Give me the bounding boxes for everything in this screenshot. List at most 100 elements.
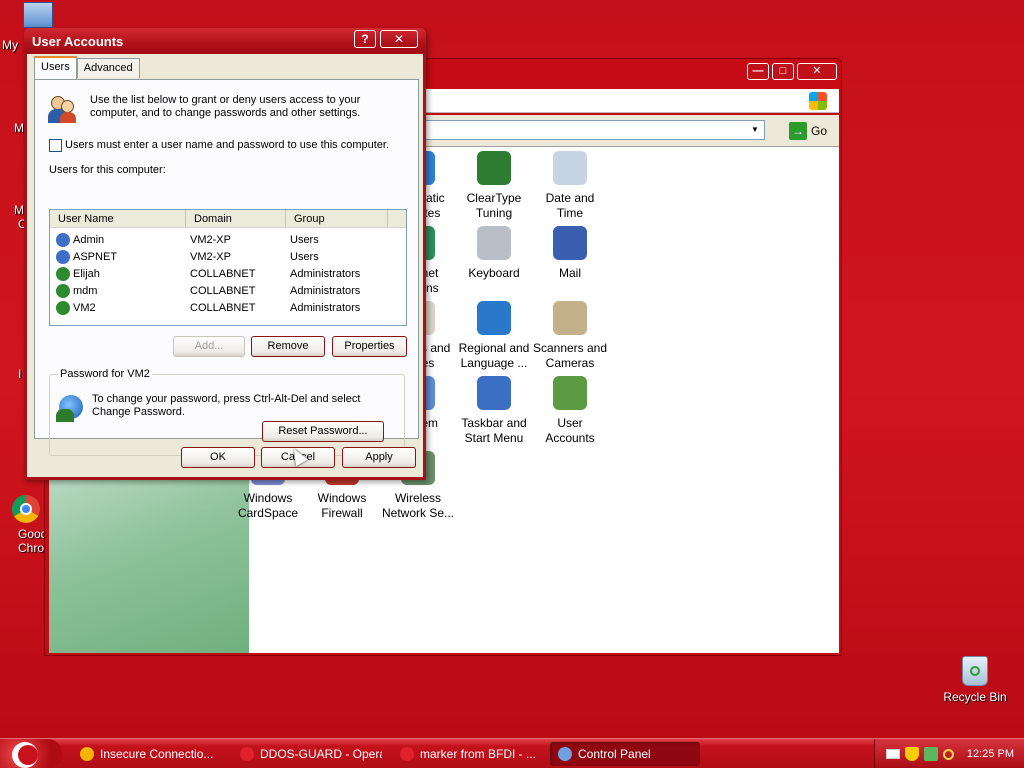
user-domain: COLLABNET	[190, 301, 256, 314]
password-info-text: To change your password, press Ctrl-Alt-…	[92, 393, 361, 418]
windows-logo-icon	[809, 92, 827, 110]
dialog-titlebar: User Accounts ? ✕	[24, 28, 426, 54]
address-input[interactable]	[425, 120, 765, 140]
control-panel-item-label: Windows	[243, 491, 293, 505]
column-user-name[interactable]: User Name	[50, 210, 186, 227]
user-name: Elijah	[73, 267, 100, 280]
user-name: mdm	[73, 284, 98, 297]
user-domain: COLLABNET	[190, 284, 256, 297]
user-name: Admin	[73, 233, 105, 246]
desktop-label-i: I	[18, 367, 22, 381]
control-panel-sidebar	[49, 477, 249, 653]
go-arrow-icon: →	[789, 122, 807, 140]
user-row[interactable]: Elijah COLLABNET Administrators	[50, 265, 406, 282]
users-avatar-icon	[47, 94, 77, 124]
keyboard-icon	[477, 226, 511, 260]
minimize-button[interactable]: —	[747, 63, 769, 80]
start-logo-icon	[12, 742, 38, 768]
chrome-icon	[12, 495, 40, 523]
chrome-label-line-2: Chron	[18, 541, 51, 555]
start-button[interactable]	[0, 739, 62, 768]
control-panel-item[interactable]: Scanners and Cameras	[529, 301, 611, 371]
password-user-icon	[56, 393, 86, 423]
reset-password-button[interactable]: Reset Password...	[262, 421, 384, 442]
control-panel-item-label: Keyboard	[468, 266, 520, 280]
user-group: Administrators	[290, 301, 361, 314]
user-row[interactable]: mdm COLLABNET Administrators	[50, 282, 406, 299]
control-panel-item-label: Time	[556, 206, 584, 220]
taskbar-button-label: DDOS-GUARD - Opera	[260, 747, 382, 761]
user-icon	[56, 232, 70, 247]
dialog-close-button[interactable]: ✕	[380, 30, 418, 48]
add-user-button[interactable]: Add...	[173, 336, 245, 357]
mail-icon	[553, 226, 587, 260]
user-group: Administrators	[290, 284, 361, 297]
security-shield-icon[interactable]	[904, 747, 919, 761]
user-group: Administrators	[290, 267, 361, 280]
recycle-bin-desktop-icon[interactable]: Recycle Bin	[938, 656, 1012, 704]
keyboard-tray-icon[interactable]	[885, 749, 900, 759]
desktop-label-my: My	[2, 38, 18, 52]
remove-user-button[interactable]: Remove	[251, 336, 325, 357]
close-button[interactable]: ✕	[797, 63, 837, 80]
control-panel-item-label: ClearType	[466, 191, 522, 205]
control-panel-icon	[558, 747, 572, 761]
control-panel-item[interactable]: User Accounts	[529, 376, 611, 446]
user-icon	[56, 283, 70, 298]
control-panel-item-label: Mail	[558, 266, 581, 280]
chrome-icon	[80, 747, 94, 761]
regional-language-icon	[477, 301, 511, 335]
control-panel-item[interactable]: Mail	[529, 226, 611, 281]
search-tray-icon[interactable]	[942, 748, 954, 760]
control-panel-item[interactable]: Taskbar and Start Menu	[453, 376, 535, 446]
control-panel-item-label: CardSpace	[237, 506, 299, 520]
opera-icon	[400, 747, 414, 761]
tab-users[interactable]: Users	[34, 56, 77, 79]
help-button[interactable]: ?	[354, 30, 376, 48]
apply-button[interactable]: Apply	[342, 447, 416, 468]
tab-advanced[interactable]: Advanced	[76, 58, 140, 78]
control-panel-item-label: Language ...	[460, 356, 528, 370]
taskbar-button[interactable]: marker from BFDI - ...	[392, 742, 542, 766]
user-name-cell: ASPNET	[50, 249, 186, 264]
address-dropdown-icon[interactable]: ▼	[747, 121, 763, 139]
clock[interactable]: 12:25 PM	[967, 748, 1014, 760]
properties-button[interactable]: Properties	[332, 336, 407, 357]
control-panel-item[interactable]: Regional and Language ...	[453, 301, 535, 371]
taskbar-button[interactable]: DDOS-GUARD - Opera	[232, 742, 382, 766]
column-domain[interactable]: Domain	[186, 210, 286, 227]
control-panel-item-label: Cameras	[545, 356, 595, 370]
maximize-button[interactable]: □	[772, 63, 794, 80]
user-accounts-dialog: User Accounts ? ✕ Users Advanced Use the…	[24, 28, 426, 480]
control-panel-item[interactable]: ClearType Tuning	[453, 151, 535, 221]
column-group[interactable]: Group	[286, 210, 388, 227]
system-tray: 12:25 PM	[874, 739, 1024, 768]
control-panel-item-label: Network Se...	[381, 506, 455, 520]
taskbar-button[interactable]: Control Panel	[550, 742, 700, 766]
user-name-cell: VM2	[50, 300, 186, 315]
must-login-label[interactable]: Users must enter a user name and passwor…	[65, 139, 405, 152]
password-group: Password for VM2 To change your password…	[49, 368, 405, 456]
user-domain: VM2-XP	[190, 233, 231, 246]
control-panel-item[interactable]: Keyboard	[453, 226, 535, 281]
user-name-cell: Elijah	[50, 266, 186, 281]
control-panel-item-label: Wireless	[394, 491, 441, 505]
user-row[interactable]: ASPNET VM2-XP Users	[50, 248, 406, 265]
network-tray-icon[interactable]	[923, 747, 938, 761]
user-row[interactable]: Admin VM2-XP Users	[50, 231, 406, 248]
google-chrome-desktop-icon[interactable]: Good Chron	[4, 495, 51, 555]
control-panel-item-label: User	[557, 416, 583, 430]
users-caption: Users for this computer:	[49, 164, 166, 176]
ok-button[interactable]: OK	[181, 447, 255, 468]
control-panel-item[interactable]: Date and Time	[529, 151, 611, 221]
taskbar: Insecure Connectio... DDOS-GUARD - Opera m…	[0, 738, 1024, 768]
go-button[interactable]: → Go	[789, 121, 827, 141]
must-login-checkbox[interactable]	[49, 139, 62, 152]
control-panel-item-label: Scanners and	[532, 341, 608, 355]
intro-text: Use the list below to grant or deny user…	[90, 94, 361, 119]
taskbar-button[interactable]: Insecure Connectio...	[72, 742, 222, 766]
control-panel-toolbar	[425, 89, 839, 113]
user-group: Users	[290, 233, 319, 246]
user-row[interactable]: VM2 COLLABNET Administrators	[50, 299, 406, 316]
users-list[interactable]: User Name Domain Group Admin VM2-XP Users A…	[49, 209, 407, 326]
